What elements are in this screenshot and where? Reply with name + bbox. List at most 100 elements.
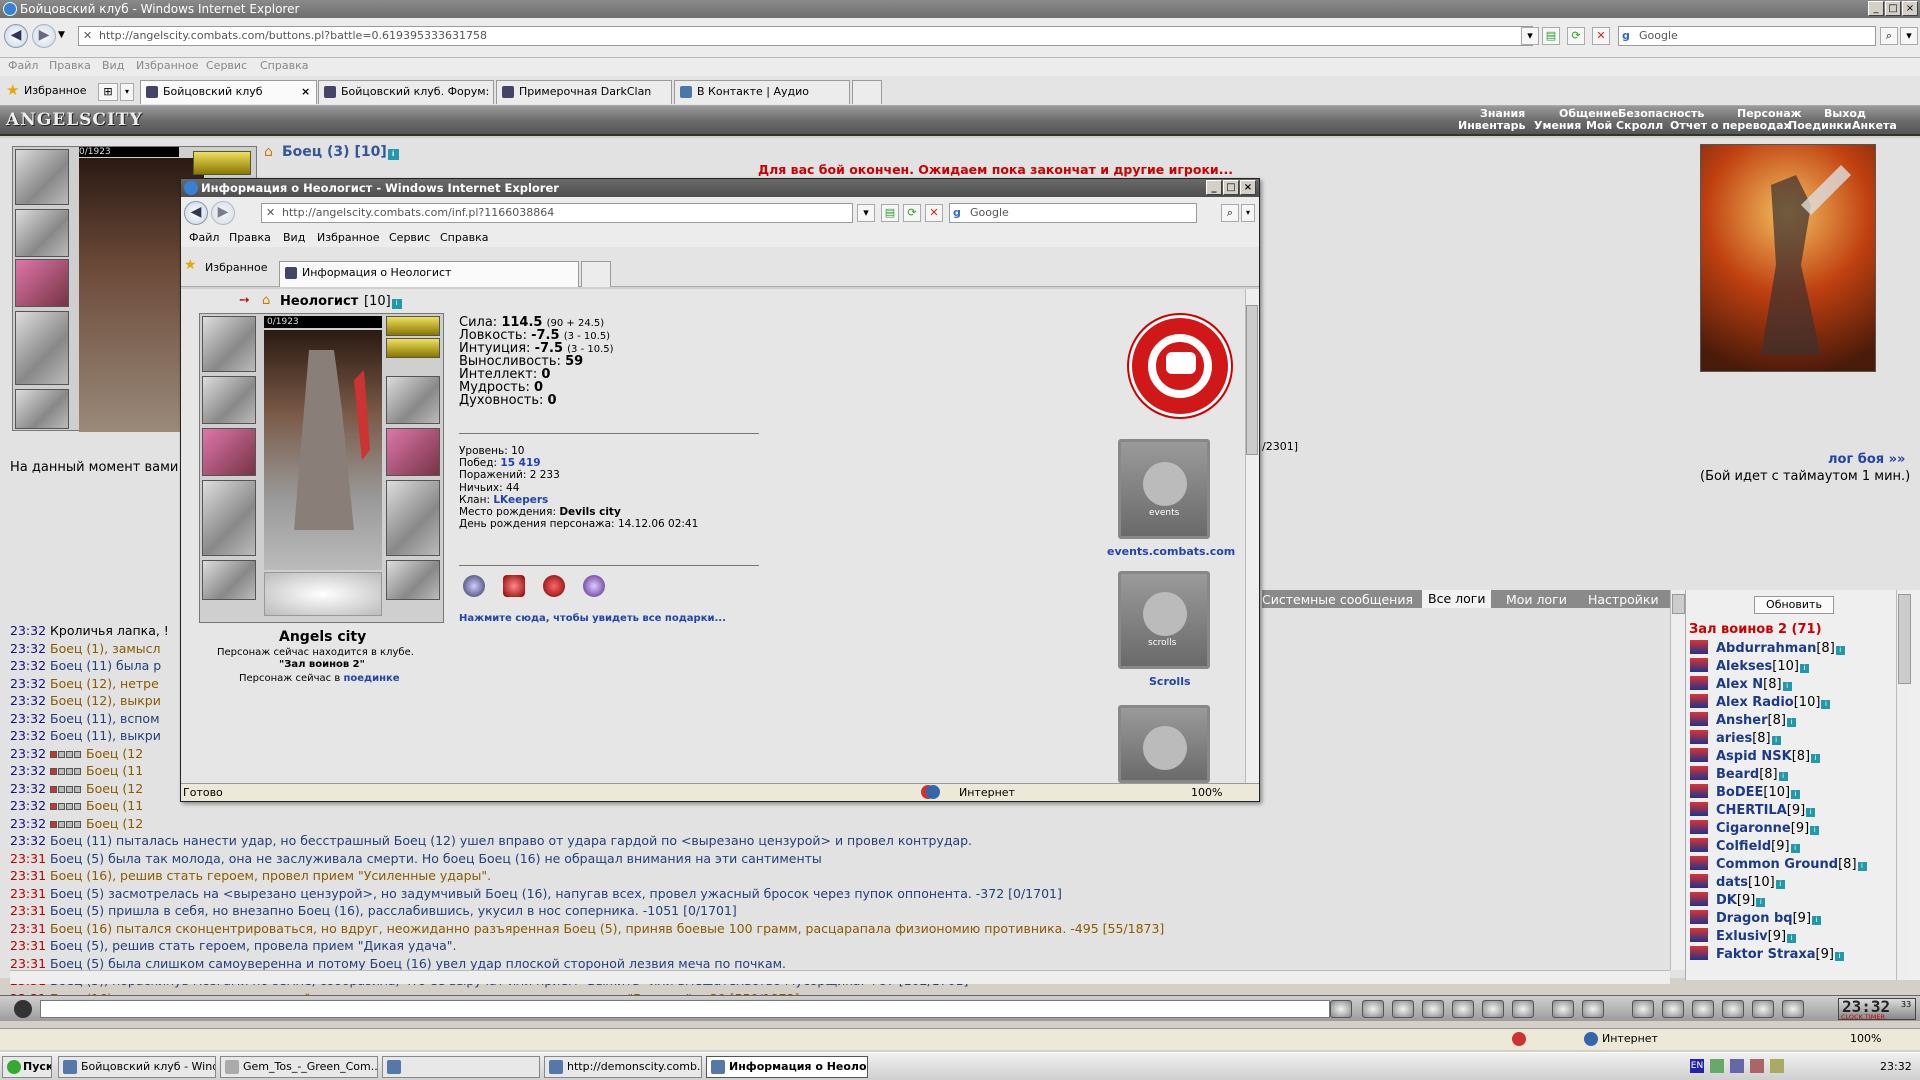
popup-menu-favorites[interactable]: Избранное	[317, 231, 379, 244]
weapon-slot[interactable]	[202, 428, 256, 476]
battle-icon[interactable]	[1690, 802, 1708, 816]
tab-darkclan[interactable]: Примерочная DarkClan	[496, 80, 672, 104]
popup-new-tab[interactable]	[581, 261, 611, 287]
clear-button[interactable]	[1362, 1000, 1384, 1018]
online-user[interactable]: Alekses[10] i	[1690, 658, 1809, 674]
helmet-slot[interactable]	[202, 316, 256, 372]
menu-view[interactable]: Вид	[102, 59, 124, 72]
user-name[interactable]: Aspid NSK	[1716, 749, 1792, 764]
menu-transfers[interactable]: Отчет о переводах	[1670, 119, 1791, 132]
popup-zoom-text[interactable]: 100%	[1191, 786, 1222, 799]
popup-search-icon[interactable]: ⌕	[1221, 204, 1239, 222]
history-dropdown-icon[interactable]: ▼	[58, 30, 65, 40]
user-name[interactable]: Abdurrahman	[1716, 641, 1816, 656]
events-link[interactable]: events.combats.com	[1107, 545, 1235, 558]
online-user[interactable]: DK[9] i	[1690, 892, 1766, 908]
popup-menu-edit[interactable]: Правка	[229, 231, 271, 244]
info-icon[interactable]: i	[1812, 916, 1822, 925]
info-icon[interactable]: i	[1799, 664, 1809, 673]
battle-icon[interactable]	[1690, 928, 1708, 942]
online-user[interactable]: BoDEE[10] i	[1690, 784, 1801, 800]
smiles-button[interactable]	[1392, 1000, 1414, 1018]
refresh-online-button[interactable]: Обновить	[1754, 596, 1834, 614]
user-name[interactable]: BoDEE	[1716, 785, 1763, 800]
info-icon[interactable]: i	[1834, 952, 1844, 961]
taskbar-item[interactable]	[382, 1056, 540, 1078]
online-user[interactable]: Dragon bq[9] i	[1690, 910, 1822, 926]
gift-icon[interactable]	[503, 575, 525, 597]
mail-button[interactable]	[1752, 1000, 1774, 1018]
stop-button[interactable]: ✕	[1592, 27, 1610, 45]
battle-icon[interactable]	[1690, 748, 1708, 762]
battle-icon[interactable]	[1690, 730, 1708, 744]
online-user[interactable]: Aspid NSK[8] i	[1690, 748, 1821, 764]
gift-icon[interactable]	[543, 575, 565, 597]
close-button[interactable]: ×	[1902, 1, 1918, 16]
user-name[interactable]: Alex N	[1716, 677, 1763, 692]
tab-list-button[interactable]: ▾	[120, 83, 134, 101]
user-name[interactable]: CHERTILA	[1716, 803, 1787, 818]
amulet-slot[interactable]	[386, 338, 440, 358]
popup-search-options[interactable]: ▾	[1241, 204, 1255, 222]
popup-minimize-button[interactable]: _	[1206, 180, 1222, 195]
online-scroll-thumb[interactable]	[1898, 594, 1911, 684]
gift-icon[interactable]	[463, 575, 485, 597]
online-user[interactable]: aries[8] i	[1690, 730, 1781, 746]
sound-button[interactable]	[1512, 1000, 1534, 1018]
bracer-slot[interactable]	[202, 376, 256, 424]
weapon-slot[interactable]	[15, 259, 69, 307]
user-name[interactable]: Alex Radio	[1716, 695, 1794, 710]
helmet-slot[interactable]	[15, 149, 69, 205]
boots-slot[interactable]	[386, 560, 440, 600]
battle-log-link[interactable]: лог боя »»	[1828, 452, 1905, 467]
battle-icon[interactable]	[1690, 856, 1708, 870]
info-value[interactable]: 15 419	[500, 457, 540, 469]
earring-slot[interactable]	[193, 151, 251, 175]
search-input[interactable]: g Google	[1618, 26, 1876, 46]
popup-scrollbar[interactable]	[1245, 289, 1259, 783]
tab-system-messages[interactable]: Системные сообщения	[1262, 592, 1413, 607]
refresh-button[interactable]: ⟳	[1567, 27, 1585, 45]
tray-icon[interactable]	[1750, 1059, 1764, 1073]
info-icon[interactable]: i	[1790, 844, 1800, 853]
chat-icon[interactable]	[14, 1000, 32, 1018]
tray-icon[interactable]	[1770, 1059, 1784, 1073]
fight-link[interactable]: поединке	[343, 673, 399, 684]
popup-address-dropdown[interactable]: ▾	[857, 204, 875, 222]
battle-icon[interactable]	[1690, 658, 1708, 672]
bracer-slot[interactable]	[15, 209, 69, 257]
online-user[interactable]: Colfield[9] i	[1690, 838, 1800, 854]
popup-menu-file[interactable]: Файл	[189, 231, 219, 244]
search-icon[interactable]: ⌕	[1880, 27, 1898, 45]
taskbar-item[interactable]: Gem_Tos_-_Green_Com...	[220, 1056, 378, 1078]
online-user[interactable]: Ansher[8] i	[1690, 712, 1796, 728]
menu-my-scroll[interactable]: Мой Скролл	[1586, 119, 1663, 132]
online-user[interactable]: Alex Radio[10] i	[1690, 694, 1831, 710]
menu-file[interactable]: Файл	[8, 59, 38, 72]
popup-favorites-button[interactable]: Избранное	[205, 261, 267, 274]
user-name[interactable]: Exlusiv	[1716, 929, 1768, 944]
battle-icon[interactable]	[1690, 766, 1708, 780]
online-user[interactable]: Exlusiv[9] i	[1690, 928, 1797, 944]
new-tab-button[interactable]	[852, 80, 882, 104]
menu-favorites[interactable]: Избранное	[136, 59, 198, 72]
menu-inventory[interactable]: Инвентарь	[1458, 119, 1525, 132]
chat-input[interactable]	[40, 1000, 1330, 1018]
fighter-name[interactable]: Боец (3) [10] i	[282, 144, 399, 160]
user-name[interactable]: DK	[1716, 893, 1737, 908]
popup-close-button[interactable]: ×	[1240, 180, 1256, 195]
popup-menu-view[interactable]: Вид	[283, 231, 305, 244]
favorites-button[interactable]: Избранное	[24, 84, 86, 97]
user-name[interactable]: Beard	[1716, 767, 1759, 782]
armor-slot[interactable]	[202, 480, 256, 556]
exit-button[interactable]	[1782, 1000, 1804, 1018]
user-name[interactable]: Faktor Straxa	[1716, 947, 1816, 962]
battle-icon[interactable]	[1690, 640, 1708, 654]
send-button[interactable]	[1330, 1000, 1352, 1018]
fight-button[interactable]	[1452, 1000, 1474, 1018]
info-icon[interactable]: i	[1810, 826, 1820, 835]
user-name[interactable]: Ansher	[1716, 713, 1768, 728]
popup-back-button[interactable]: ◀	[184, 201, 208, 225]
info-icon[interactable]: i	[1791, 790, 1801, 799]
menu-tools[interactable]: Сервис	[206, 59, 247, 72]
